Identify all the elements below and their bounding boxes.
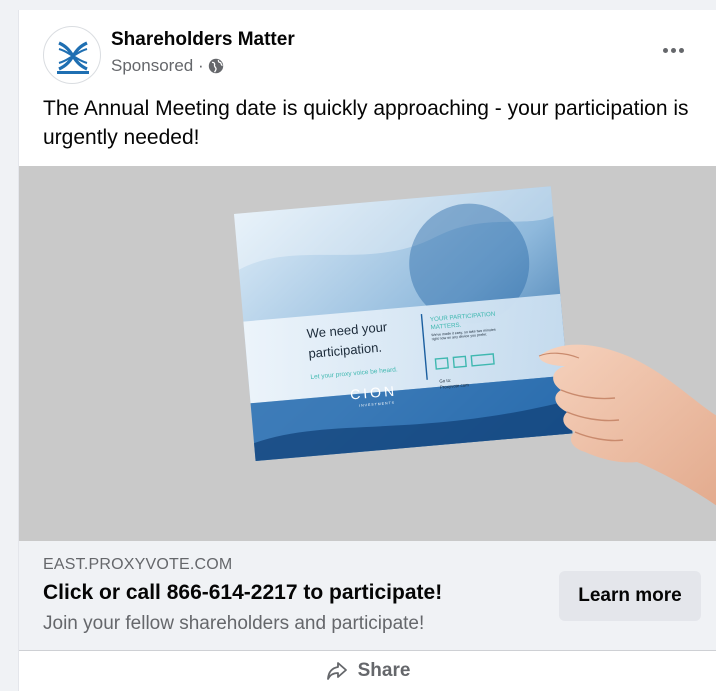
post-body-text: The Annual Meeting date is quickly appro… — [43, 97, 689, 149]
page-avatar[interactable] — [43, 26, 101, 84]
post-meta: Sponsored · — [111, 56, 224, 76]
mailer-in-hand-illustration: We need your participation. Let your pro… — [234, 186, 716, 506]
sponsored-post-card: Shareholders Matter Sponsored · The Annu… — [18, 10, 716, 691]
link-description: Join your fellow shareholders and partic… — [43, 613, 425, 634]
link-preview[interactable]: EAST.PROXYVOTE.COM Click or call 866-614… — [19, 541, 716, 650]
share-label: Share — [357, 660, 411, 681]
more-options-button[interactable] — [657, 38, 689, 62]
globe-icon — [208, 58, 224, 74]
more-dot-icon — [670, 47, 676, 53]
mailer-card: We need your participation. Let your pro… — [234, 186, 573, 462]
share-button[interactable]: Share — [314, 656, 423, 686]
more-dot-icon — [662, 47, 668, 53]
shareholders-logo-icon — [57, 39, 89, 74]
ad-image[interactable]: We need your participation. Let your pro… — [19, 166, 716, 541]
link-domain: EAST.PROXYVOTE.COM — [43, 556, 233, 573]
action-bar: Share — [19, 650, 716, 691]
learn-more-button[interactable]: Learn more — [559, 571, 701, 621]
share-arrow-icon — [326, 662, 347, 680]
page-name[interactable]: Shareholders Matter — [111, 29, 295, 51]
mailer-goto: Go to: — [439, 378, 451, 384]
hand-illustration — [538, 344, 716, 506]
post-header: Shareholders Matter Sponsored · — [19, 10, 716, 90]
link-headline[interactable]: Click or call 866-614-2217 to participat… — [43, 581, 442, 605]
more-dot-icon — [678, 47, 684, 53]
sponsored-label[interactable]: Sponsored · — [111, 56, 204, 76]
